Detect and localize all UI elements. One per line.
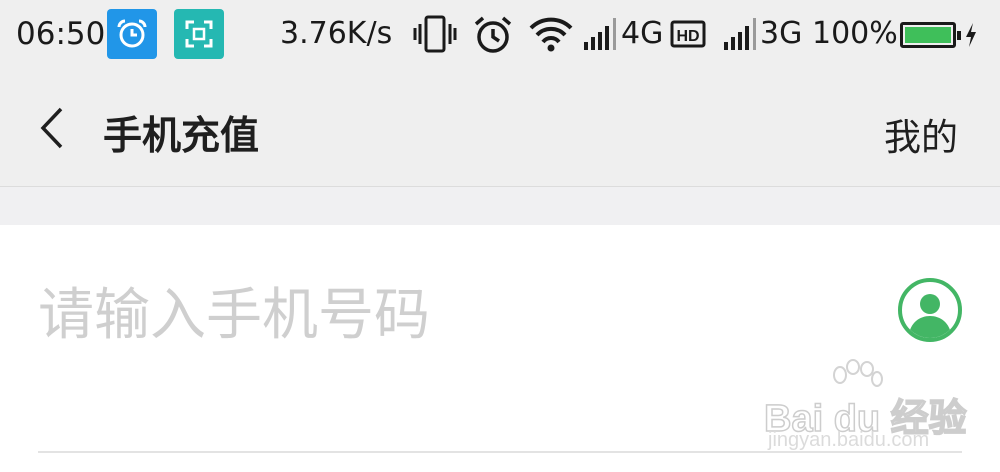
battery-fill	[905, 27, 951, 43]
my-link[interactable]: 我的	[884, 107, 958, 161]
svg-text:HD: HD	[676, 28, 699, 45]
watermark-url: jingyan.baidu.com	[768, 429, 930, 451]
hd-icon: HD	[670, 20, 706, 52]
chevron-left-icon	[40, 107, 63, 149]
phone-input-card: Bai du 经验 jingyan.baidu.com	[0, 225, 1000, 472]
scan-app-icon	[174, 9, 224, 59]
alarm-app-icon	[107, 9, 157, 59]
net-speed: 3.76K/s	[280, 16, 393, 51]
status-bar: 06:50 3.76K/s 4G HD 3G 100%	[0, 0, 1000, 72]
phone-number-input[interactable]	[38, 277, 858, 353]
section-gap	[0, 188, 1000, 225]
contacts-button[interactable]	[898, 278, 962, 342]
vibrate-icon	[412, 14, 458, 58]
alarm-clock-icon	[472, 14, 514, 60]
signal-icon	[582, 16, 620, 56]
page-title: 手机充值	[103, 114, 260, 159]
charging-icon	[964, 22, 978, 52]
nav-bar: 手机充值 我的	[0, 72, 1000, 187]
back-button[interactable]	[30, 102, 74, 154]
network-type-primary: 4G	[621, 16, 664, 51]
input-underline	[38, 451, 962, 453]
baidu-watermark: Bai du 经验 jingyan.baidu.com	[763, 359, 984, 455]
network-type-secondary: 3G	[760, 16, 803, 51]
battery-icon	[900, 22, 961, 48]
contact-person-icon	[908, 294, 952, 338]
status-time: 06:50	[16, 16, 106, 52]
battery-percent: 100%	[812, 16, 898, 51]
wifi-icon	[528, 14, 574, 58]
signal-icon-2	[722, 16, 760, 56]
